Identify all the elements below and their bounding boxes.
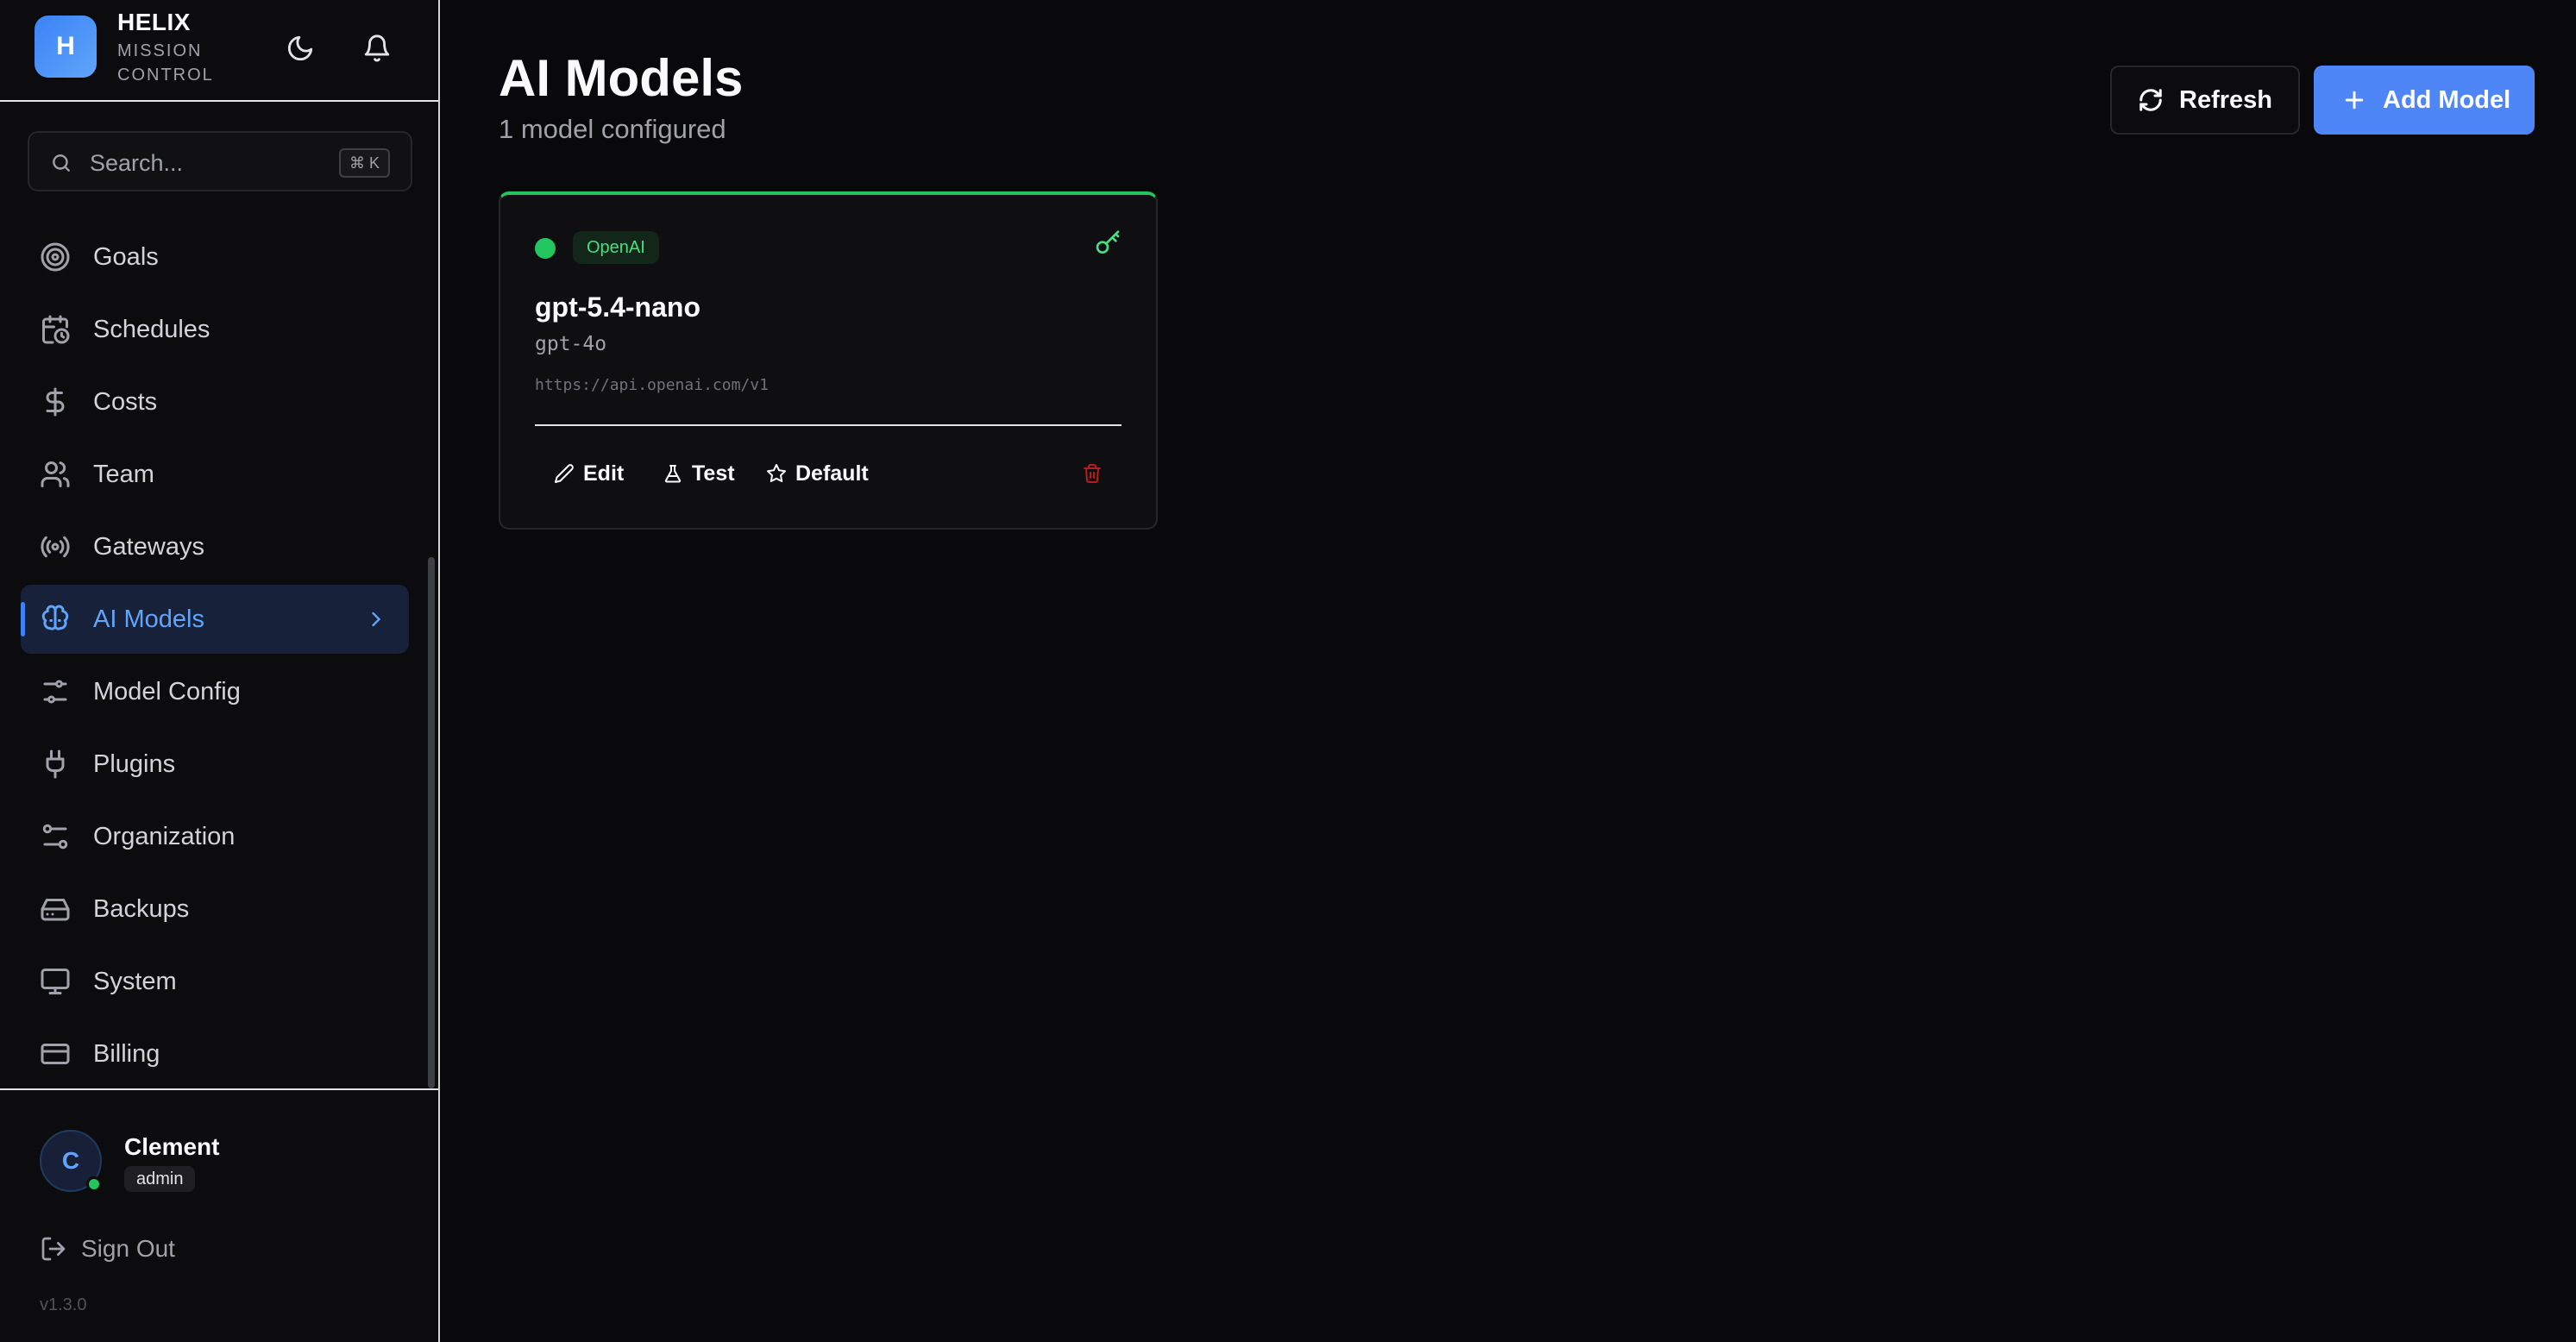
brand-subtitle-line1: MISSION	[117, 41, 203, 60]
sidebar-item-label: Organization	[93, 823, 236, 850]
search-icon	[53, 154, 70, 172]
sidebar: H HELIX MISSION CONTROL Search... ⌘ K Go…	[0, 0, 440, 1342]
sidebar-item-label: Plugins	[93, 750, 176, 778]
brand-name: HELIX	[117, 9, 191, 35]
plug-icon	[40, 749, 71, 780]
settings-sliders-icon	[40, 821, 71, 852]
trash-icon	[1084, 464, 1101, 483]
sidebar-item-label: Backups	[93, 895, 190, 923]
model-status-dot	[535, 238, 556, 259]
chevron-right-icon	[364, 607, 388, 631]
sidebar-nav: Goals Schedules Costs Team Gateways AI M…	[21, 223, 409, 1092]
sliders-icon	[40, 676, 71, 707]
sidebar-item-billing[interactable]: Billing	[21, 1019, 409, 1088]
star-icon	[767, 464, 786, 482]
set-default-button[interactable]: Default	[766, 452, 869, 495]
sidebar-item-label: Billing	[93, 1040, 160, 1068]
add-model-button[interactable]: Add Model	[2314, 66, 2535, 135]
plus-icon	[2345, 91, 2364, 110]
moon-icon[interactable]	[281, 29, 319, 67]
page-subtitle: 1 model configured	[499, 114, 726, 144]
users-icon	[40, 459, 71, 490]
sidebar-item-label: Schedules	[93, 316, 210, 343]
sidebar-item-label: Gateways	[93, 533, 204, 561]
online-status-dot	[86, 1176, 102, 1192]
bell-icon[interactable]	[358, 29, 396, 67]
sidebar-item-label: Goals	[93, 243, 159, 271]
hard-drive-icon	[40, 894, 71, 925]
sidebar-item-system[interactable]: System	[21, 947, 409, 1016]
default-label: Default	[795, 461, 869, 486]
delete-button[interactable]	[1082, 452, 1103, 495]
log-out-icon	[41, 1237, 66, 1261]
search-input[interactable]: Search... ⌘ K	[28, 131, 412, 191]
dollar-icon	[40, 386, 71, 417]
search-placeholder: Search...	[90, 150, 184, 176]
refresh-icon	[2139, 89, 2162, 111]
refresh-button[interactable]: Refresh	[2110, 66, 2300, 135]
sidebar-item-label: Costs	[93, 388, 158, 416]
user-name: Clement	[124, 1133, 220, 1160]
sidebar-item-ai-models[interactable]: AI Models	[21, 585, 409, 654]
sidebar-item-label: Team	[93, 461, 154, 488]
key-icon[interactable]	[1094, 229, 1122, 257]
sidebar-item-gateways[interactable]: Gateways	[21, 512, 409, 581]
brain-icon	[40, 604, 71, 635]
edit-button[interactable]: Edit	[554, 452, 624, 495]
provider-badge: OpenAI	[573, 231, 659, 264]
flask-icon	[664, 465, 682, 483]
sidebar-item-costs[interactable]: Costs	[21, 367, 409, 436]
card-divider	[535, 424, 1122, 426]
brand-header: H HELIX MISSION CONTROL	[0, 0, 438, 102]
search-shortcut-badge: ⌘ K	[338, 148, 390, 178]
user-panel: C Clement admin Sign Out v1.3.0	[0, 1088, 438, 1342]
add-model-label: Add Model	[2383, 85, 2511, 114]
app-version: v1.3.0	[40, 1295, 87, 1314]
model-card-actions: Edit Test Default	[535, 452, 1122, 495]
sidebar-item-backups[interactable]: Backups	[21, 875, 409, 944]
test-label: Test	[692, 461, 735, 486]
sidebar-item-label: AI Models	[93, 605, 204, 633]
model-card[interactable]: OpenAI gpt-5.4-nano gpt-4o https://api.o…	[499, 191, 1158, 530]
sidebar-item-label: Model Config	[93, 678, 241, 705]
edit-label: Edit	[583, 461, 625, 486]
model-id: gpt-4o	[535, 333, 607, 355]
model-base-url: https://api.openai.com/v1	[535, 376, 769, 394]
pencil-icon	[555, 464, 574, 483]
monitor-icon	[40, 966, 71, 997]
page-title: AI Models	[499, 49, 744, 107]
target-icon	[40, 241, 71, 273]
calendar-clock-icon	[40, 314, 71, 345]
refresh-label: Refresh	[2179, 85, 2272, 114]
model-name: gpt-5.4-nano	[535, 292, 701, 323]
sidebar-item-model-config[interactable]: Model Config	[21, 657, 409, 726]
credit-card-icon	[40, 1038, 71, 1069]
sidebar-item-goals[interactable]: Goals	[21, 223, 409, 292]
main-content: AI Models 1 model configured Refresh Add…	[442, 0, 2576, 1342]
brand-subtitle-line2: CONTROL	[117, 66, 214, 85]
sidebar-item-schedules[interactable]: Schedules	[21, 295, 409, 364]
sign-out-label: Sign Out	[81, 1235, 175, 1262]
sidebar-item-team[interactable]: Team	[21, 440, 409, 509]
radio-icon	[40, 531, 71, 562]
user-role-badge: admin	[124, 1166, 196, 1192]
sidebar-item-plugins[interactable]: Plugins	[21, 730, 409, 799]
sign-out-button[interactable]: Sign Out	[40, 1228, 175, 1270]
sidebar-item-label: System	[93, 968, 177, 995]
sidebar-scrollbar[interactable]	[428, 557, 435, 1088]
brand-logo[interactable]: H	[35, 16, 97, 78]
test-button[interactable]: Test	[663, 452, 735, 495]
sidebar-item-organization[interactable]: Organization	[21, 802, 409, 871]
